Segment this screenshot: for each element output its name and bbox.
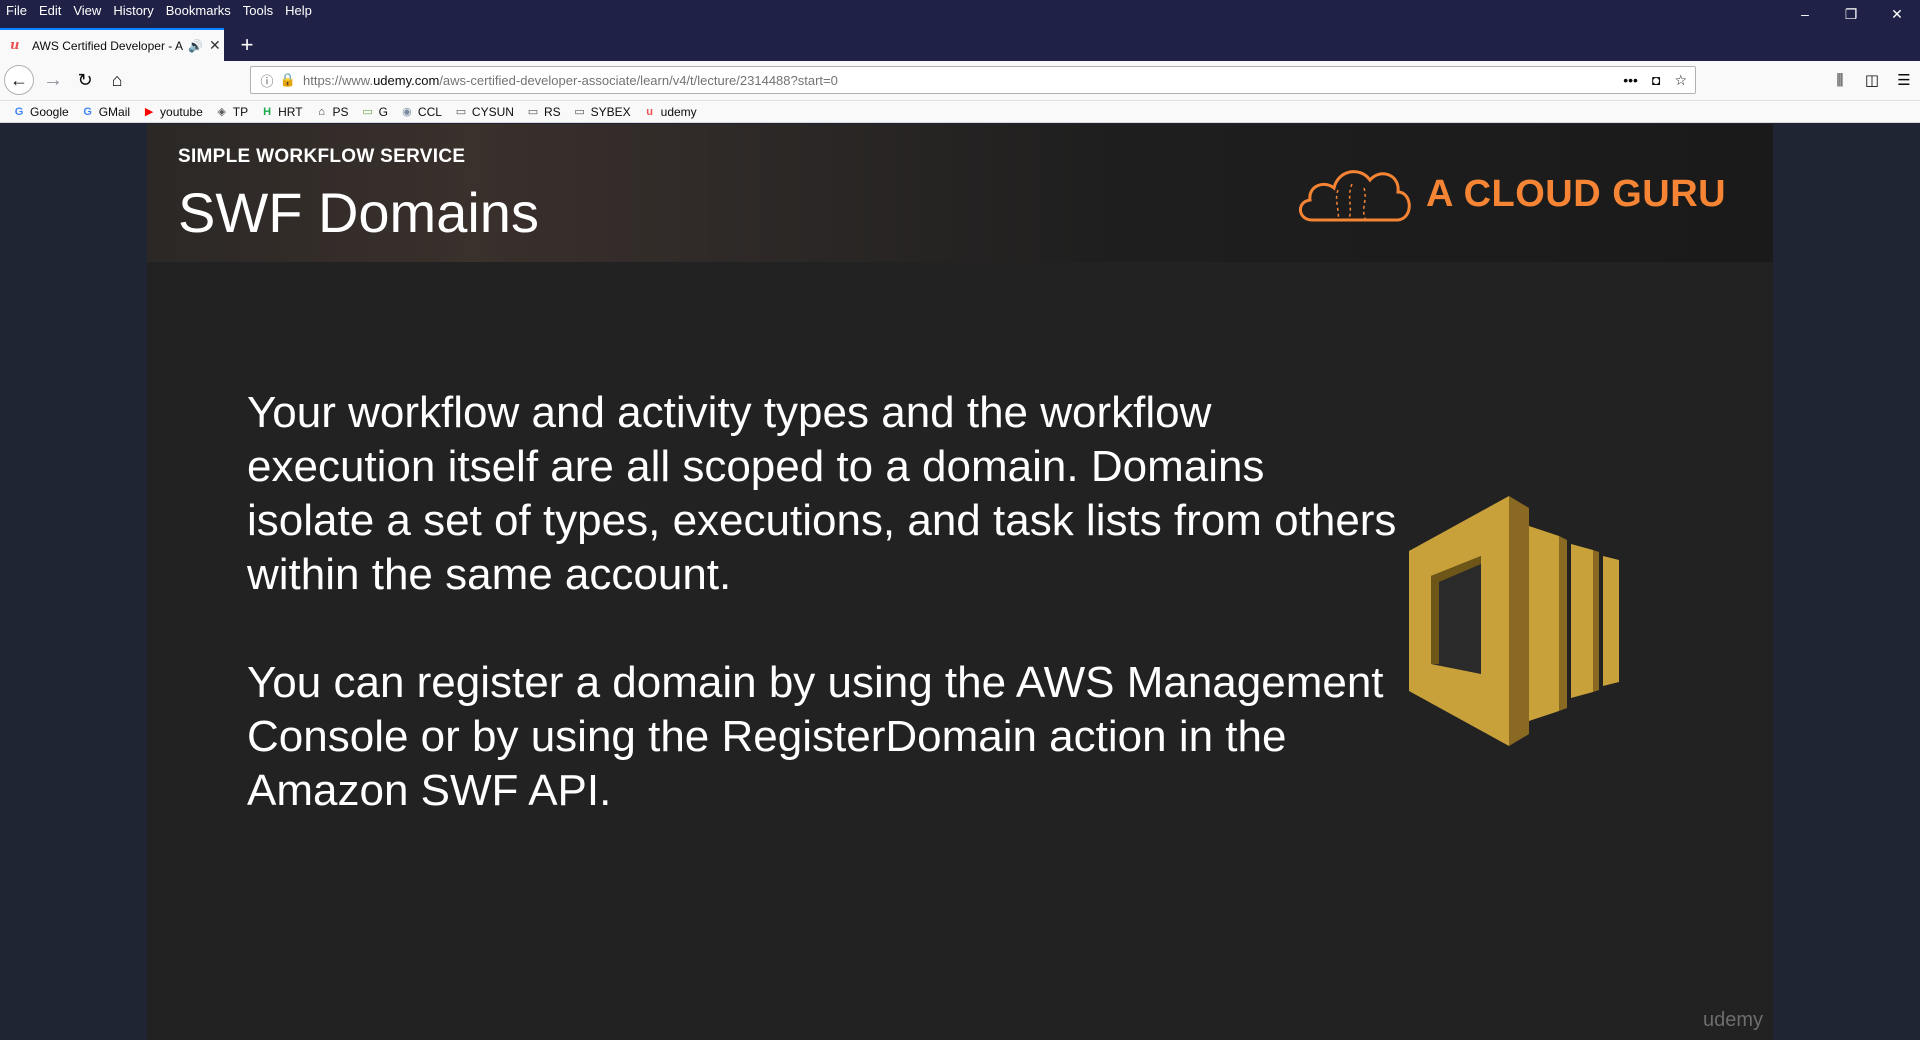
bookmark-star-icon[interactable]: ☆ (1674, 72, 1687, 89)
speaker-icon[interactable]: 🔊 (188, 39, 203, 53)
bookmark-favicon-icon: H (263, 105, 272, 118)
menu-view[interactable]: View (73, 3, 101, 18)
bookmark-favicon-icon: u (646, 105, 653, 118)
paragraph-2: You can register a domain by using the A… (247, 658, 1384, 815)
close-window-button[interactable]: ✕ (1874, 0, 1920, 28)
bookmark-item[interactable]: G Google (12, 105, 69, 119)
bookmark-favicon-icon: ◈ (217, 106, 226, 118)
bookmark-favicon-icon: ⌂ (318, 105, 325, 118)
bookmark-label: GMail (98, 104, 131, 119)
bookmark-favicon-icon: G (83, 105, 92, 118)
bookmark-label: SYBEX (590, 104, 631, 119)
bookmark-label: HRT (278, 104, 303, 119)
bookmarks-bar: G Google G GMail ▶ youtube ◈ TP H HRT ⌂ PS ▭ G ◉ CCL ▭ CY… (0, 101, 1920, 123)
bookmark-label: CCL (417, 104, 442, 119)
menu-bar: File Edit View History Bookmarks Tools H… (0, 0, 324, 20)
reload-button[interactable]: ↻ (70, 65, 100, 95)
bookmark-label: CYSUN (471, 104, 514, 119)
bookmark-item[interactable]: ▭ CYSUN (454, 105, 514, 119)
bookmark-item[interactable]: ▭ G (361, 105, 388, 119)
bookmark-favicon-icon: ▶ (144, 106, 154, 118)
url-text[interactable]: https://www.udemy.com/aws-certified-deve… (303, 73, 838, 88)
bookmark-favicon-icon: ▭ (574, 106, 585, 118)
home-button[interactable]: ⌂ (102, 65, 132, 95)
a-cloud-guru-logo: A CLOUD GURU (1294, 160, 1726, 228)
bookmark-item[interactable]: ◈ TP (215, 104, 249, 119)
url-path: /aws-certified-developer-associate/learn… (439, 72, 838, 88)
slide-body: Your workflow and activity types and the… (247, 386, 1397, 872)
cloud-logo-icon (1299, 170, 1411, 222)
url-host: udemy.com (373, 72, 440, 88)
bookmark-item[interactable]: u udemy (643, 104, 697, 119)
bookmark-favicon-icon: ▭ (527, 106, 539, 118)
slide-title: SWF Domains (178, 181, 539, 244)
menu-file[interactable]: File (6, 3, 27, 18)
minimize-button[interactable]: – (1782, 0, 1828, 28)
bookmark-label: G (378, 104, 388, 119)
address-bar[interactable]: ⓘ 🔒 https://www.udemy.com/aws-certified-… (250, 66, 1696, 94)
bookmark-item[interactable]: ▶ youtube (142, 105, 203, 119)
window-controls: – ❐ ✕ (1782, 0, 1920, 28)
tab-strip: u AWS Certified Developer - A 🔊 ✕ + (0, 28, 1920, 61)
bookmark-label: TP (232, 104, 249, 119)
lock-icon[interactable]: 🔒 (279, 72, 297, 88)
url-prefix: https://www. (303, 72, 374, 88)
slide-kicker: SIMPLE WORKFLOW SERVICE (178, 146, 466, 167)
pocket-icon[interactable]: ◘ (1652, 72, 1660, 88)
brand-name: A CLOUD GURU (1426, 172, 1727, 215)
menu-history[interactable]: History (113, 3, 153, 18)
bookmark-label: RS (543, 104, 561, 119)
bookmark-favicon-icon: G (14, 105, 24, 118)
tab-title: AWS Certified Developer - A (32, 38, 183, 53)
library-icon[interactable]: ⫼ (1824, 65, 1856, 95)
menu-tools[interactable]: Tools (243, 3, 273, 18)
bookmark-item[interactable]: G GMail (81, 105, 130, 119)
menu-help[interactable]: Help (285, 3, 312, 18)
bookmark-favicon-icon: ▭ (362, 106, 373, 118)
udemy-icon: u (10, 37, 20, 53)
browser-titlebar: File Edit View History Bookmarks Tools H… (0, 0, 1920, 61)
bookmark-label: youtube (160, 104, 203, 119)
bookmark-label: Google (30, 104, 69, 119)
back-button[interactable]: ← (4, 65, 34, 95)
hamburger-menu-icon[interactable]: ☰ (1888, 65, 1920, 95)
bookmark-item[interactable]: ⌂ PS (315, 104, 349, 119)
restore-button[interactable]: ❐ (1828, 0, 1874, 28)
new-tab-button[interactable]: + (230, 28, 264, 61)
menu-bookmarks[interactable]: Bookmarks (166, 3, 231, 18)
close-tab-icon[interactable]: ✕ (209, 37, 221, 54)
page-content: SIMPLE WORKFLOW SERVICE SWF Domains A CL… (0, 124, 1920, 1040)
forward-button[interactable]: → (38, 65, 68, 95)
bookmark-item[interactable]: ▭ RS (526, 105, 561, 119)
bookmark-item[interactable]: H HRT (260, 105, 302, 119)
tab-active[interactable]: u AWS Certified Developer - A 🔊 ✕ (0, 28, 224, 61)
bookmark-label: udemy (660, 104, 697, 119)
bookmark-favicon-icon: ◉ (402, 106, 412, 118)
sidebar-icon[interactable]: ◫ (1856, 65, 1888, 95)
url-actions: ••• ◘ ☆ (1609, 67, 1687, 93)
amazon-swf-icon (1409, 496, 1619, 746)
bookmark-label: PS (332, 104, 349, 119)
info-icon[interactable]: ⓘ (255, 71, 279, 90)
bookmark-favicon-icon: ▭ (455, 106, 467, 118)
bookmark-item[interactable]: ◉ CCL (400, 105, 442, 119)
toolbar-right: ⫼ ◫ ☰ (1824, 65, 1920, 95)
bookmark-item[interactable]: ▭ SYBEX (573, 104, 631, 119)
menu-edit[interactable]: Edit (39, 3, 61, 18)
udemy-watermark: udemy (1702, 1009, 1763, 1031)
page-actions-icon[interactable]: ••• (1623, 72, 1638, 88)
paragraph-1: Your workflow and activity types and the… (247, 388, 1397, 599)
navigation-bar: ← → ↻ ⌂ ⓘ 🔒 https://www.udemy.com/aws-ce… (0, 61, 1920, 101)
lecture-slide[interactable]: SIMPLE WORKFLOW SERVICE SWF Domains A CL… (147, 124, 1773, 1040)
slide-header: SIMPLE WORKFLOW SERVICE SWF Domains A CL… (147, 124, 1773, 262)
